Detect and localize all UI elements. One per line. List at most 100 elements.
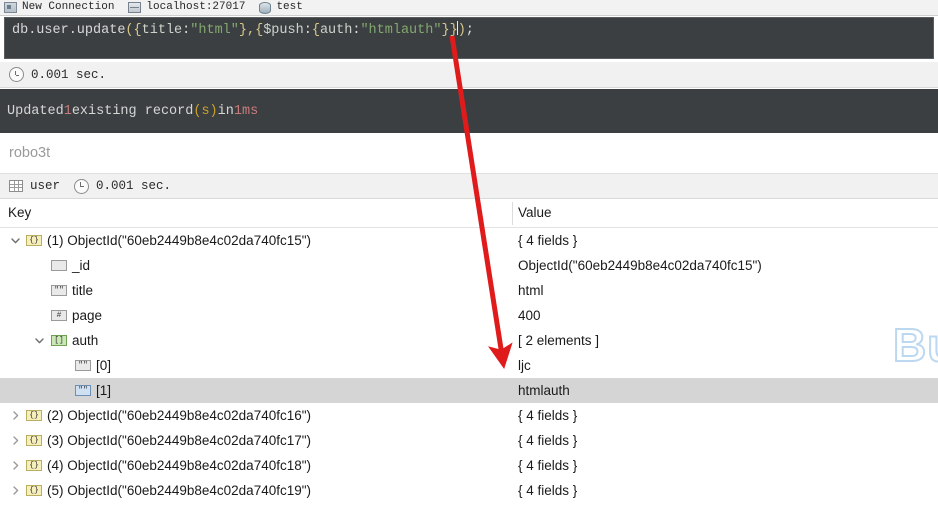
database-icon xyxy=(259,1,272,14)
column-splitter[interactable] xyxy=(512,202,513,225)
tree-row-key: (4) ObjectId("60eb2449b8e4c02da740fc18") xyxy=(47,458,312,473)
string-icon: "" xyxy=(75,385,91,396)
server-icon xyxy=(128,2,142,13)
collection-exec-time-label: 0.001 sec. xyxy=(96,179,172,193)
tree-row-value: html xyxy=(518,283,544,298)
chevron-right-icon[interactable] xyxy=(8,403,22,428)
tree-row-key: title xyxy=(72,283,94,298)
chevron-right-icon[interactable] xyxy=(8,453,22,478)
execution-time-bar: 0.001 sec. xyxy=(0,62,938,88)
column-header-key[interactable]: Key xyxy=(8,205,31,220)
object-icon: {} xyxy=(26,235,42,246)
tree-row-key: [0] xyxy=(96,358,112,373)
tree-row-key: [1] xyxy=(96,383,112,398)
table-grid-icon xyxy=(9,180,23,192)
objectid-icon xyxy=(51,260,67,271)
collection-name-label: user xyxy=(30,179,61,193)
query-token: : xyxy=(303,23,312,38)
tree-row-key: (3) ObjectId("60eb2449b8e4c02da740fc17") xyxy=(47,433,312,448)
execution-time-label: 0.001 sec. xyxy=(31,67,107,82)
clock-icon xyxy=(9,67,24,82)
tree-row[interactable]: _id ObjectId("60eb2449b8e4c02da740fc15") xyxy=(0,253,938,278)
tree-header-row: Key Value xyxy=(0,200,938,228)
tree-row-value: { 4 fields } xyxy=(518,458,578,473)
tree-row-key: (1) ObjectId("60eb2449b8e4c02da740fc15") xyxy=(47,233,312,248)
tree-row[interactable]: {} (2) ObjectId("60eb2449b8e4c02da740fc16… xyxy=(0,403,938,428)
robo3t-label: robo3t xyxy=(9,145,51,161)
tree-row[interactable]: {} (3) ObjectId("60eb2449b8e4c02da740fc17… xyxy=(0,428,938,453)
object-icon: {} xyxy=(26,435,42,446)
result-tree[interactable]: Key Value {} (1) ObjectId("60eb2449b8e4c0… xyxy=(0,200,938,516)
query-text[interactable]: db.user.update({title:"html"},{$push:{au… xyxy=(12,21,474,38)
result-message-panel: Updated 1 existing record (s) in 1ms xyxy=(0,89,938,133)
result-plural-paren: (s) xyxy=(193,103,218,119)
breadcrumb-item-host[interactable]: localhost:27017 xyxy=(124,0,255,15)
plug-icon xyxy=(4,2,17,13)
query-token: ) xyxy=(457,23,466,38)
object-icon: {} xyxy=(26,485,42,496)
tree-row[interactable]: "" [0] ljc xyxy=(0,353,938,378)
string-icon: "" xyxy=(51,285,67,296)
breadcrumb-item-database[interactable]: test xyxy=(255,0,312,15)
tree-row[interactable]: {} (5) ObjectId("60eb2449b8e4c02da740fc19… xyxy=(0,478,938,503)
tree-row[interactable]: "" title html xyxy=(0,278,938,303)
connection-name-label: New Connection xyxy=(22,1,115,13)
object-icon: {} xyxy=(26,460,42,471)
query-editor[interactable]: db.user.update({title:"html"},{$push:{au… xyxy=(4,17,934,59)
query-token: ( xyxy=(125,23,134,38)
connection-breadcrumb-bar: New Connection localhost:27017 test xyxy=(0,0,938,16)
tree-row-key: _id xyxy=(72,258,91,273)
tree-row-value: { 4 fields } xyxy=(518,483,578,498)
clock-icon xyxy=(74,178,90,194)
tree-row-key: auth xyxy=(72,333,99,348)
result-duration: 1ms xyxy=(233,103,259,119)
tree-row[interactable]: [] auth [ 2 elements ] xyxy=(0,328,938,353)
tree-row[interactable]: # page 400 xyxy=(0,303,938,328)
tree-row-key: (2) ObjectId("60eb2449b8e4c02da740fc16") xyxy=(47,408,312,423)
host-label: localhost:27017 xyxy=(146,1,246,13)
result-middle-b: in xyxy=(217,103,234,119)
result-middle-a: existing record xyxy=(71,103,194,119)
tree-row-key: (5) ObjectId("60eb2449b8e4c02da740fc19") xyxy=(47,483,312,498)
result-count: 1 xyxy=(63,103,72,119)
robo3t-brand-strip: robo3t xyxy=(0,133,938,173)
query-token: } xyxy=(238,23,247,38)
tree-row-value: htmlauth xyxy=(518,383,570,398)
result-prefix: Updated xyxy=(7,103,64,119)
tree-row-value: { 4 fields } xyxy=(518,233,578,248)
chevron-right-icon[interactable] xyxy=(8,478,22,503)
tree-row[interactable]: {} (1) ObjectId("60eb2449b8e4c02da740fc15… xyxy=(0,228,938,253)
tree-body[interactable]: {} (1) ObjectId("60eb2449b8e4c02da740fc15… xyxy=(0,228,938,503)
tree-row-key: page xyxy=(72,308,103,323)
chevron-down-icon[interactable] xyxy=(8,228,22,253)
object-icon: {} xyxy=(26,410,42,421)
query-token: , xyxy=(246,23,256,38)
tree-row-value: ObjectId("60eb2449b8e4c02da740fc15") xyxy=(518,258,762,273)
tree-row-value: { 4 fields } xyxy=(518,408,578,423)
query-token: $push xyxy=(263,23,304,38)
column-header-value[interactable]: Value xyxy=(518,205,552,220)
query-token: { xyxy=(255,23,264,38)
array-icon: [] xyxy=(51,335,67,346)
tree-row-value: [ 2 elements ] xyxy=(518,333,600,348)
collection-info-bar: user 0.001 sec. xyxy=(0,173,938,199)
string-icon: "" xyxy=(75,360,91,371)
query-token: db.user.update xyxy=(12,23,126,38)
tree-row-value: 400 xyxy=(518,308,541,323)
query-token: title xyxy=(141,23,183,38)
chevron-right-icon[interactable] xyxy=(8,428,22,453)
tree-row[interactable]: {} (4) ObjectId("60eb2449b8e4c02da740fc18… xyxy=(0,453,938,478)
breadcrumb-item-connection[interactable]: New Connection xyxy=(0,0,124,15)
database-name-label: test xyxy=(276,1,303,13)
tree-row-value: { 4 fields } xyxy=(518,433,578,448)
tree-row[interactable]: "" [1] htmlauth xyxy=(0,378,938,403)
query-token: { xyxy=(133,23,142,38)
query-token: } xyxy=(441,23,450,38)
number-icon: # xyxy=(51,310,67,321)
chevron-down-icon[interactable] xyxy=(32,328,46,353)
query-token: { xyxy=(311,23,320,38)
query-token: auth xyxy=(319,23,353,38)
tree-row-value: ljc xyxy=(518,358,531,373)
query-token: ; xyxy=(465,23,474,38)
query-token: "htmlauth" xyxy=(360,23,442,38)
